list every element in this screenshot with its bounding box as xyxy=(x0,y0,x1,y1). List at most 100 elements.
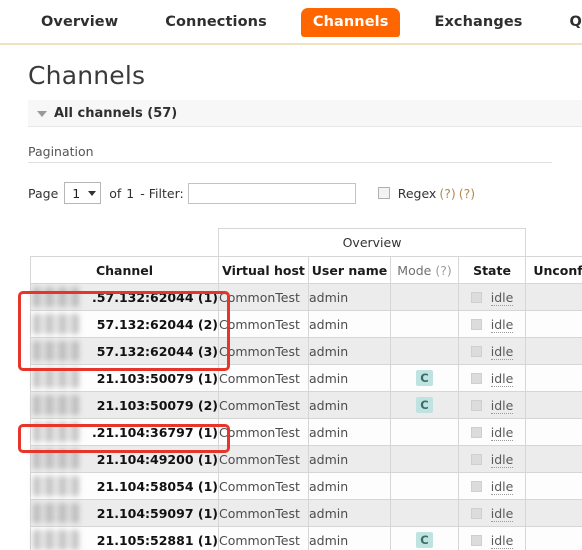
table-row[interactable]: 21.103:50079 (1)CommonTestadmin Cidle 0 xyxy=(30,364,582,392)
table-group-header-row: Overview xyxy=(30,228,582,257)
table-row[interactable]: 21.103:50079 (2)CommonTestadmin Cidle 0 xyxy=(30,391,582,419)
cell-channel[interactable]: 21.104:49200 (1) xyxy=(30,445,219,473)
cell-virtual-host: CommonTest xyxy=(218,445,309,473)
cell-mode xyxy=(390,472,459,500)
state-label: idle xyxy=(490,478,514,495)
cell-user-name: admin xyxy=(308,445,391,473)
cell-state: idle xyxy=(457,364,527,392)
cell-unconfirmed: 0 xyxy=(525,445,582,473)
nav-tab-channels[interactable]: Channels xyxy=(300,8,401,37)
table-row[interactable]: 21.104:58054 (1)CommonTestadmin idle 0 xyxy=(30,472,582,500)
column-header-state[interactable]: State xyxy=(457,256,527,284)
cell-channel[interactable]: 21.105:52881 (1) xyxy=(30,526,219,550)
column-header-unconfirmed[interactable]: Unconf xyxy=(525,256,582,284)
regex-help-icon-2[interactable]: (?) xyxy=(459,186,475,201)
channel-name: 21.104:58054 (1) xyxy=(96,478,218,494)
cell-state: idle xyxy=(457,526,527,550)
cell-state: idle xyxy=(457,445,527,473)
table-row[interactable]: 21.104:49200 (1)CommonTestadmin idle 0 xyxy=(30,445,582,473)
cell-user-name: admin xyxy=(308,337,391,365)
cell-user-name: admin xyxy=(308,364,391,392)
state-label: idle xyxy=(490,343,514,360)
mode-confirm-badge: C xyxy=(416,370,433,386)
table-row[interactable]: 21.105:52881 (1)CommonTestadmin Cidle 0 xyxy=(30,526,582,550)
channel-name: 57.132:62044 (3) xyxy=(96,343,218,359)
cell-channel[interactable]: 21.103:50079 (1) xyxy=(30,364,219,392)
cell-unconfirmed: 0 xyxy=(525,499,582,527)
column-header-virtual-host[interactable]: Virtual host xyxy=(218,256,309,284)
state-indicator-icon xyxy=(470,291,482,303)
cell-virtual-host: CommonTest xyxy=(218,310,309,338)
table-row[interactable]: 21.104:59097 (1)CommonTestadmin idle 0 xyxy=(30,499,582,527)
state-label: idle xyxy=(490,370,514,387)
state-label: idle xyxy=(490,505,514,522)
redacted-ip-prefix xyxy=(33,368,79,388)
state-indicator-icon xyxy=(470,372,482,384)
cell-state: idle xyxy=(457,499,527,527)
filter-input[interactable] xyxy=(187,182,356,204)
table-row[interactable]: 57.132:62044 (3)CommonTestadmin idle 0 xyxy=(30,337,582,365)
group-header-blank-right xyxy=(525,228,582,257)
redacted-ip-prefix xyxy=(33,287,79,307)
state-indicator-icon xyxy=(470,318,482,330)
channel-name: .57.132:62044 (1) xyxy=(92,289,218,305)
cell-mode xyxy=(390,445,459,473)
cell-state: idle xyxy=(457,283,527,311)
redacted-ip-prefix xyxy=(33,503,79,523)
state-label: idle xyxy=(490,424,514,441)
cell-virtual-host: CommonTest xyxy=(218,472,309,500)
nav-tab-overview[interactable]: Overview xyxy=(28,9,131,35)
page-select[interactable]: 1 xyxy=(64,182,102,204)
column-header-user-name[interactable]: User name xyxy=(308,256,391,284)
state-indicator-icon xyxy=(470,480,482,492)
cell-state: idle xyxy=(457,391,527,419)
cell-virtual-host: CommonTest xyxy=(218,337,309,365)
nav-tab-exchanges[interactable]: Exchanges xyxy=(421,9,535,35)
channel-name: 21.104:59097 (1) xyxy=(96,505,218,521)
main-navigation: Overview Connections Channels Exchanges … xyxy=(0,0,582,45)
cell-channel[interactable]: 57.132:62044 (3) xyxy=(30,337,219,365)
redacted-ip-prefix xyxy=(33,530,79,550)
column-header-mode[interactable]: Mode (?) xyxy=(390,256,459,284)
cell-mode: C xyxy=(390,364,459,392)
all-channels-section-header[interactable]: All channels (57) xyxy=(28,100,582,127)
filter-label: Filter: xyxy=(148,185,184,201)
state-indicator-icon xyxy=(470,345,482,357)
state-label: idle xyxy=(490,289,514,306)
all-channels-label: All channels (57) xyxy=(54,105,178,121)
cell-unconfirmed: 0 xyxy=(525,391,582,419)
table-row[interactable]: .21.104:36797 (1)CommonTestadmin idle 0 xyxy=(30,418,582,446)
page-label: Page xyxy=(28,185,59,201)
page-select-value: 1 xyxy=(72,185,81,201)
nav-tab-connections[interactable]: Connections xyxy=(152,9,280,35)
triangle-down-icon[interactable] xyxy=(37,111,47,117)
table-row[interactable]: 57.132:62044 (2)CommonTestadmin idle 0 xyxy=(30,310,582,338)
redacted-ip-prefix xyxy=(33,341,79,361)
table-row[interactable]: .57.132:62044 (1)CommonTestadmin idle 0 xyxy=(30,283,582,311)
cell-mode xyxy=(390,499,459,527)
column-header-channel[interactable]: Channel xyxy=(30,256,219,284)
mode-help-icon[interactable]: (?) xyxy=(435,263,451,278)
cell-channel[interactable]: 21.104:58054 (1) xyxy=(30,472,219,500)
cell-mode xyxy=(390,310,459,338)
cell-user-name: admin xyxy=(308,499,391,527)
cell-mode xyxy=(390,418,459,446)
channels-table-container: Overview Channel Virtual host User name … xyxy=(30,228,582,550)
channels-table-body: .57.132:62044 (1)CommonTestadminidle057.… xyxy=(30,283,582,550)
regex-help-icon-1[interactable]: (?) xyxy=(439,186,455,201)
state-indicator-icon xyxy=(470,534,482,546)
cell-unconfirmed: 0 xyxy=(525,418,582,446)
mode-confirm-badge: C xyxy=(416,532,433,548)
state-label: idle xyxy=(490,316,514,333)
channel-name: 21.103:50079 (1) xyxy=(96,370,218,386)
cell-unconfirmed: 0 xyxy=(525,526,582,550)
pagination-legend: Pagination xyxy=(28,144,94,159)
cell-channel[interactable]: .21.104:36797 (1) xyxy=(30,418,219,446)
nav-tab-queues[interactable]: Queues xyxy=(557,9,582,35)
cell-state: idle xyxy=(457,310,527,338)
cell-channel[interactable]: 21.103:50079 (2) xyxy=(30,391,219,419)
cell-channel[interactable]: 21.104:59097 (1) xyxy=(30,499,219,527)
cell-channel[interactable]: .57.132:62044 (1) xyxy=(30,283,219,311)
regex-checkbox[interactable] xyxy=(377,187,390,199)
cell-channel[interactable]: 57.132:62044 (2) xyxy=(30,310,219,338)
